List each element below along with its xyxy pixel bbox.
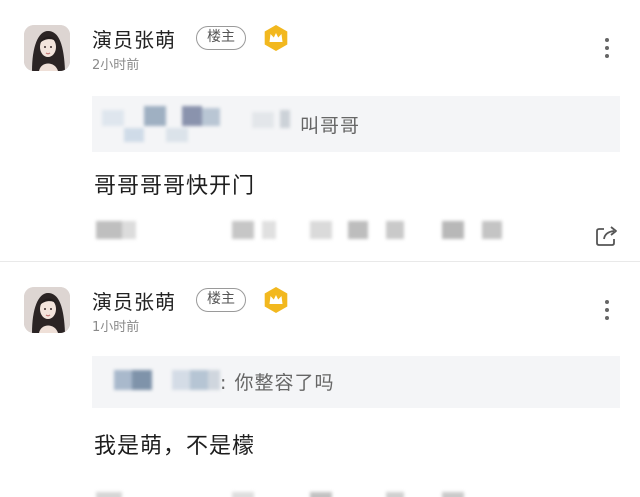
author-name[interactable]: 演员张萌 bbox=[92, 24, 176, 53]
author-name[interactable]: 演员张萌 bbox=[92, 286, 176, 315]
redacted-username bbox=[102, 106, 292, 142]
avatar[interactable] bbox=[24, 25, 70, 71]
quoted-text: : 你整容了吗 bbox=[220, 372, 335, 394]
reply-post: 演员张萌 楼主 2小时前 叫哥哥 哥哥哥哥快开门 bbox=[0, 0, 640, 262]
more-vertical-icon[interactable] bbox=[600, 38, 614, 58]
owner-badge: 楼主 bbox=[196, 288, 246, 312]
avatar[interactable] bbox=[24, 287, 70, 333]
post-time: 2小时前 bbox=[92, 58, 140, 73]
comment-text: 哥哥哥哥快开门 bbox=[94, 174, 256, 199]
crown-badge-icon bbox=[264, 25, 288, 51]
quoted-reply[interactable]: : 你整容了吗 bbox=[92, 356, 620, 408]
more-vertical-icon[interactable] bbox=[600, 300, 614, 320]
redacted-action-bar bbox=[96, 219, 516, 241]
comment-text: 我是萌，不是檬 bbox=[94, 434, 256, 459]
share-icon[interactable] bbox=[594, 224, 620, 248]
redacted-username bbox=[114, 368, 224, 394]
reply-post: 演员张萌 楼主 1小时前 : 你整容了吗 我是萌，不是檬 bbox=[0, 262, 640, 497]
redacted-action-bar bbox=[96, 488, 516, 497]
quoted-text: 叫哥哥 bbox=[300, 115, 361, 137]
crown-badge-icon bbox=[264, 287, 288, 313]
owner-badge: 楼主 bbox=[196, 26, 246, 50]
quoted-reply[interactable]: 叫哥哥 bbox=[92, 96, 620, 152]
post-time: 1小时前 bbox=[92, 320, 140, 335]
